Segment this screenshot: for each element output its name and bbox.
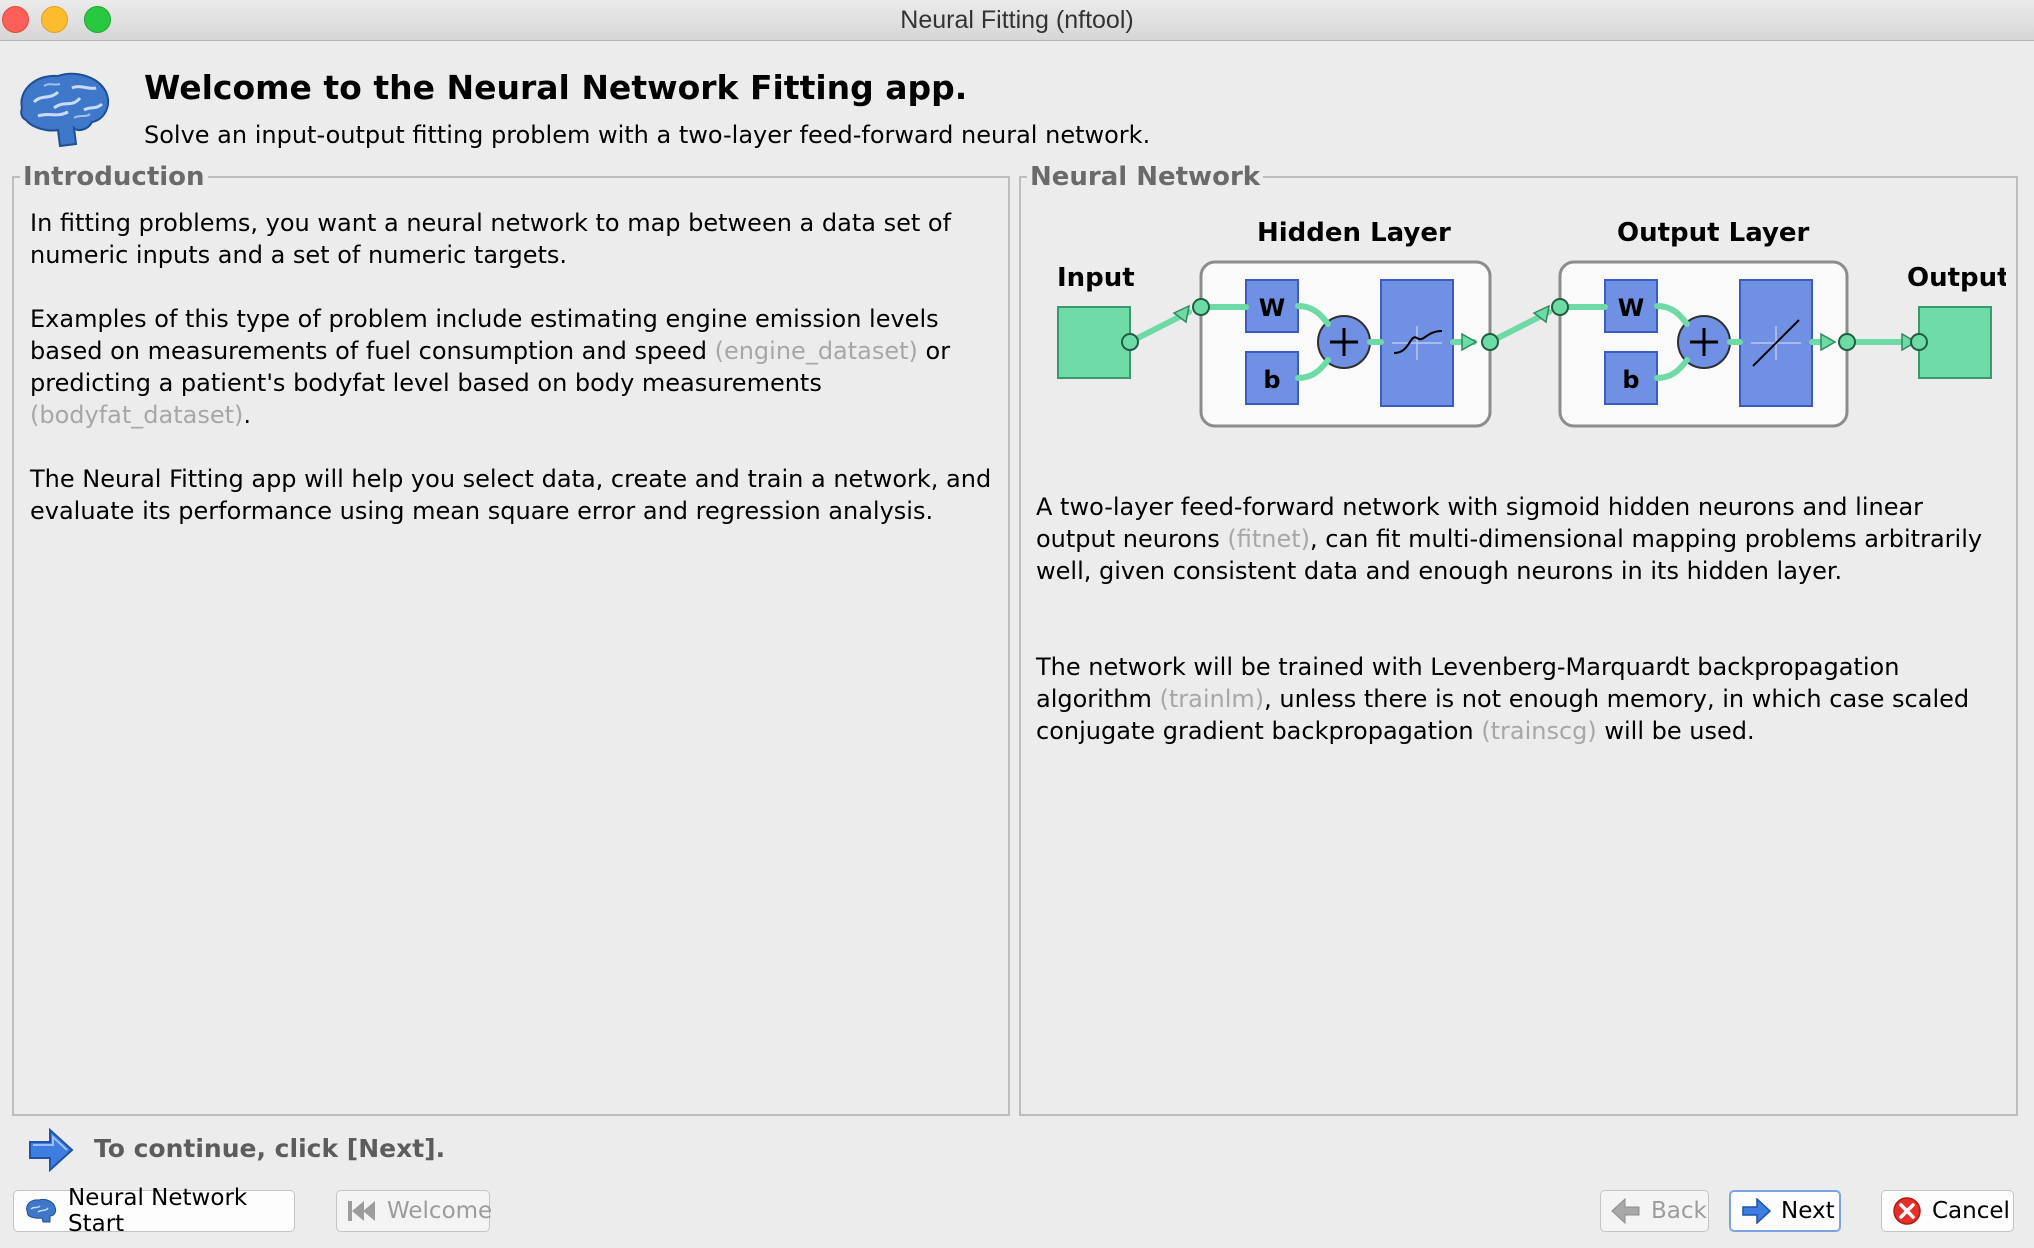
- back-label: Back: [1651, 1198, 1707, 1224]
- intro-paragraph-3: The Neural Fitting app will help you sel…: [30, 465, 992, 525]
- brain-icon: [20, 72, 110, 148]
- brain-icon: [26, 1198, 57, 1223]
- intro-p2-end: .: [243, 401, 252, 429]
- introduction-legend: Introduction: [23, 162, 205, 192]
- output-layer-label: Output Layer: [1617, 220, 1810, 248]
- back-button[interactable]: Back: [1600, 1190, 1709, 1232]
- rewind-icon: [348, 1201, 375, 1221]
- output-block: [1918, 306, 1992, 379]
- page-title: Welcome to the Neural Network Fitting ap…: [144, 68, 968, 107]
- arrow-left-icon: [1611, 1198, 1640, 1224]
- engine-dataset-hint: (engine_dataset): [714, 337, 918, 365]
- network-paragraph-1: A two-layer feed-forward network with si…: [1036, 491, 2006, 587]
- input-label: Input: [1057, 263, 1135, 293]
- neural-network-legend: Neural Network: [1030, 162, 1261, 192]
- cancel-button[interactable]: Cancel: [1881, 1190, 2014, 1232]
- trainscg-hint: (trainscg): [1481, 717, 1597, 745]
- arrow-right-icon: [29, 1128, 74, 1172]
- bodyfat-dataset-hint: (bodyfat_dataset): [30, 401, 244, 429]
- welcome-button[interactable]: Welcome: [336, 1190, 493, 1232]
- intro-paragraph-1: In fitting problems, you want a neural n…: [30, 209, 952, 269]
- cancel-label: Cancel: [1932, 1198, 2010, 1224]
- network-paragraph-2: The network will be trained with Levenbe…: [1036, 651, 2006, 747]
- continue-instruction: To continue, click [Next].: [94, 1134, 446, 1163]
- intro-paragraph-2: Examples of this type of problem include…: [30, 303, 1005, 431]
- next-button[interactable]: Next: [1729, 1190, 1841, 1232]
- welcome-label: Welcome: [387, 1198, 493, 1224]
- trainlm-hint: (trainlm): [1159, 685, 1265, 713]
- neural-network-start-button[interactable]: Neural Network Start: [13, 1185, 295, 1237]
- window-title: Neural Fitting (nftool): [900, 6, 1134, 34]
- neural-network-start-label: Neural Network Start: [68, 1185, 248, 1237]
- hidden-layer-label: Hidden Layer: [1257, 220, 1451, 248]
- output-weight-label: W: [1618, 294, 1644, 322]
- fitnet-hint: (fitnet): [1227, 525, 1310, 553]
- page-subtitle: Solve an input-output fitting problem wi…: [144, 121, 1151, 149]
- output-bias-label: b: [1622, 366, 1639, 394]
- window-titlebar: Neural Fitting (nftool): [0, 0, 2034, 41]
- hidden-weight-label: W: [1259, 294, 1285, 322]
- hidden-bias-label: b: [1263, 366, 1280, 394]
- arrow-right-icon: [1742, 1198, 1771, 1224]
- output-label: Output: [1907, 263, 2006, 293]
- input-block: [1057, 306, 1131, 379]
- next-label: Next: [1781, 1198, 1835, 1224]
- cancel-icon: [1893, 1197, 1921, 1225]
- network-p2-end: will be used.: [1596, 717, 1755, 745]
- network-diagram: Input Hidden Layer Output Layer Output W…: [1057, 220, 2006, 428]
